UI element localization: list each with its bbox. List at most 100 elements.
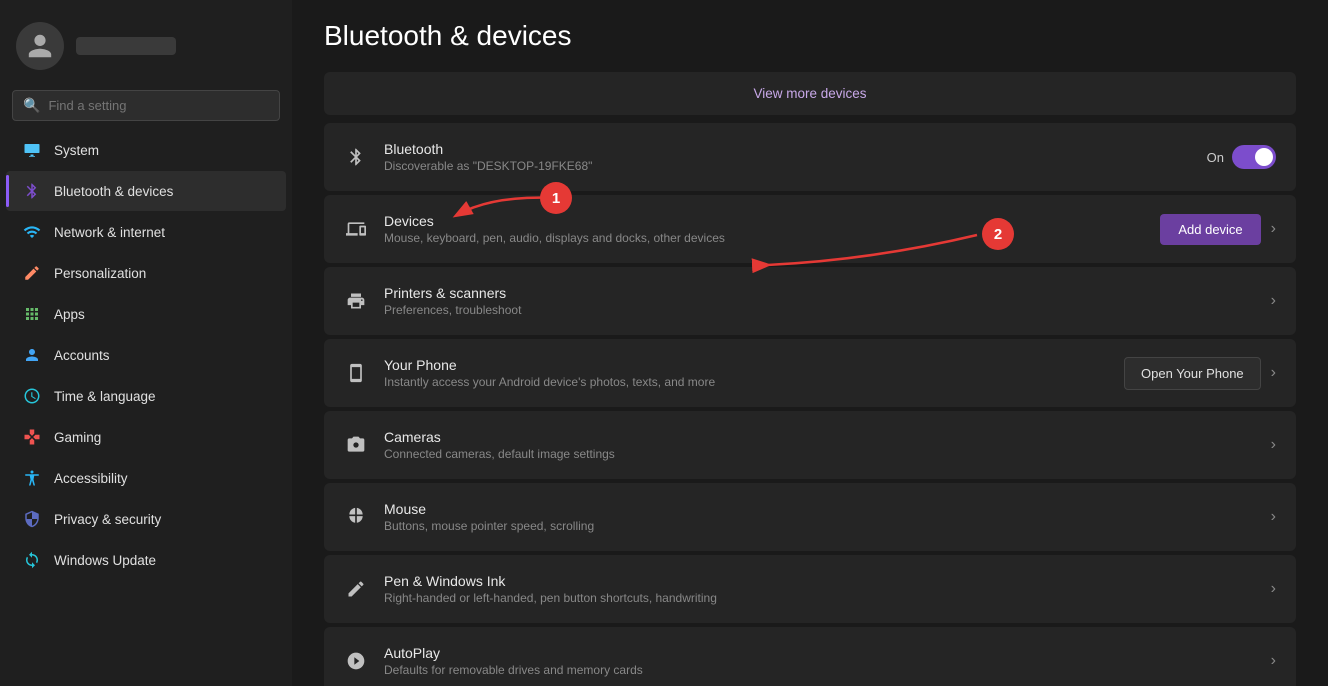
accounts-icon (22, 345, 42, 365)
autoplay-title: AutoPlay (384, 645, 1255, 661)
sidebar-item-accounts[interactable]: Accounts (6, 335, 286, 375)
user-icon (26, 32, 54, 60)
chevron-icon: › (1271, 580, 1276, 598)
update-icon (22, 550, 42, 570)
sidebar-label-personalization: Personalization (54, 266, 146, 281)
accessibility-icon (22, 468, 42, 488)
gaming-icon (22, 427, 42, 447)
printers-title: Printers & scanners (384, 285, 1255, 301)
settings-list: Bluetooth Discoverable as "DESKTOP-19FKE… (324, 123, 1296, 686)
privacy-icon (22, 509, 42, 529)
chevron-icon: › (1271, 292, 1276, 310)
settings-item-bluetooth[interactable]: Bluetooth Discoverable as "DESKTOP-19FKE… (324, 123, 1296, 191)
sidebar-item-privacy[interactable]: Privacy & security (6, 499, 286, 539)
chevron-icon: › (1271, 364, 1276, 382)
apps-icon (22, 304, 42, 324)
printers-subtitle: Preferences, troubleshoot (384, 303, 1255, 317)
toggle-label: On (1207, 150, 1224, 165)
bluetooth-toggle[interactable] (1232, 145, 1276, 169)
page-title: Bluetooth & devices (324, 20, 1296, 52)
settings-main: Bluetooth & devices View more devices Bl… (292, 0, 1328, 686)
settings-item-pen[interactable]: Pen & Windows Ink Right-handed or left-h… (324, 555, 1296, 623)
sidebar-item-update[interactable]: Windows Update (6, 540, 286, 580)
autoplay-text: AutoPlay Defaults for removable drives a… (384, 645, 1255, 677)
sidebar-item-system[interactable]: System (6, 130, 286, 170)
sidebar-item-gaming[interactable]: Gaming (6, 417, 286, 457)
bluetooth-icon (22, 181, 42, 201)
sidebar-label-network: Network & internet (54, 225, 165, 240)
sidebar-item-bluetooth[interactable]: Bluetooth & devices (6, 171, 286, 211)
bluetooth-text: Bluetooth Discoverable as "DESKTOP-19FKE… (384, 141, 1191, 173)
your-phone-icon (344, 361, 368, 385)
view-more-label: View more devices (753, 86, 866, 101)
sidebar-item-accessibility[interactable]: Accessibility (6, 458, 286, 498)
mouse-icon (344, 505, 368, 529)
your-phone-title: Your Phone (384, 357, 1108, 373)
sidebar-label-accessibility: Accessibility (54, 471, 128, 486)
chevron-icon: › (1271, 220, 1276, 238)
cameras-subtitle: Connected cameras, default image setting… (384, 447, 1255, 461)
settings-item-cameras[interactable]: Cameras Connected cameras, default image… (324, 411, 1296, 479)
sidebar-label-apps: Apps (54, 307, 85, 322)
network-icon (22, 222, 42, 242)
settings-item-printers[interactable]: Printers & scanners Preferences, trouble… (324, 267, 1296, 335)
system-icon (22, 140, 42, 160)
cameras-icon (344, 433, 368, 457)
sidebar-label-accounts: Accounts (54, 348, 110, 363)
cameras-title: Cameras (384, 429, 1255, 445)
sidebar-item-personalization[interactable]: Personalization (6, 253, 286, 293)
sidebar-label-gaming: Gaming (54, 430, 101, 445)
bluetooth-title: Bluetooth (384, 141, 1191, 157)
sidebar-item-network[interactable]: Network & internet (6, 212, 286, 252)
bluetooth-toggle-area: On (1207, 145, 1276, 169)
your-phone-text: Your Phone Instantly access your Android… (384, 357, 1108, 389)
devices-subtitle: Mouse, keyboard, pen, audio, displays an… (384, 231, 1144, 245)
open-phone-button[interactable]: Open Your Phone (1124, 357, 1261, 390)
chevron-icon: › (1271, 436, 1276, 454)
cameras-text: Cameras Connected cameras, default image… (384, 429, 1255, 461)
time-icon (22, 386, 42, 406)
bluetooth-subtitle: Discoverable as "DESKTOP-19FKE68" (384, 159, 1191, 173)
your-phone-subtitle: Instantly access your Android device's p… (384, 375, 1108, 389)
devices-title: Devices (384, 213, 1144, 229)
sidebar-label-time: Time & language (54, 389, 156, 404)
devices-text: Devices Mouse, keyboard, pen, audio, dis… (384, 213, 1144, 245)
chevron-icon: › (1271, 508, 1276, 526)
sidebar-label-system: System (54, 143, 99, 158)
sidebar: 🔍 System Bluetooth & devices Network & i… (0, 0, 292, 686)
user-profile (0, 12, 292, 86)
active-bar (6, 175, 9, 207)
pen-icon (344, 577, 368, 601)
pen-subtitle: Right-handed or left-handed, pen button … (384, 591, 1255, 605)
phone-right: Open Your Phone › (1124, 357, 1276, 390)
settings-item-devices[interactable]: Devices Mouse, keyboard, pen, audio, dis… (324, 195, 1296, 263)
settings-item-your-phone[interactable]: Your Phone Instantly access your Android… (324, 339, 1296, 407)
search-box[interactable]: 🔍 (12, 90, 280, 121)
sidebar-label-update: Windows Update (54, 553, 156, 568)
autoplay-icon (344, 649, 368, 673)
printers-text: Printers & scanners Preferences, trouble… (384, 285, 1255, 317)
nav-list: System Bluetooth & devices Network & int… (0, 129, 292, 581)
autoplay-subtitle: Defaults for removable drives and memory… (384, 663, 1255, 677)
sidebar-label-bluetooth: Bluetooth & devices (54, 184, 173, 199)
pen-title: Pen & Windows Ink (384, 573, 1255, 589)
avatar (16, 22, 64, 70)
settings-item-mouse[interactable]: Mouse Buttons, mouse pointer speed, scro… (324, 483, 1296, 551)
search-input[interactable] (48, 98, 269, 113)
printers-icon (344, 289, 368, 313)
username-bar (76, 37, 176, 55)
devices-icon (344, 217, 368, 241)
main-content: 1 Bluetooth & devices View more devices … (292, 0, 1328, 686)
chevron-icon: › (1271, 652, 1276, 670)
search-icon: 🔍 (23, 97, 40, 114)
settings-item-autoplay[interactable]: AutoPlay Defaults for removable drives a… (324, 627, 1296, 686)
bluetooth-icon (344, 145, 368, 169)
add-device-button[interactable]: Add device (1160, 214, 1260, 245)
sidebar-label-privacy: Privacy & security (54, 512, 161, 527)
view-more-bar[interactable]: View more devices (324, 72, 1296, 115)
mouse-subtitle: Buttons, mouse pointer speed, scrolling (384, 519, 1255, 533)
sidebar-item-apps[interactable]: Apps (6, 294, 286, 334)
personalization-icon (22, 263, 42, 283)
sidebar-item-time[interactable]: Time & language (6, 376, 286, 416)
devices-right: Add device › (1160, 214, 1276, 245)
